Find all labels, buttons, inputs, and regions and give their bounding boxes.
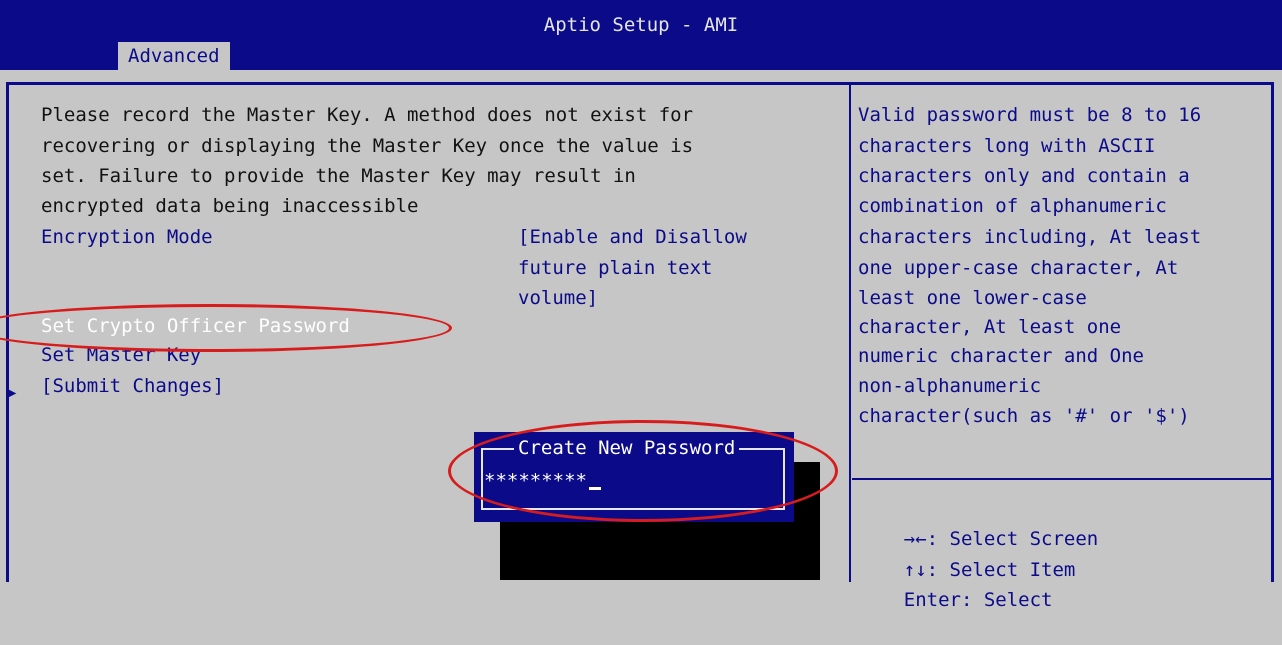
password-input[interactable]: ********* (484, 466, 601, 496)
help-line: numeric character and One (858, 345, 1144, 367)
notice-line: set. Failure to provide the Master Key m… (41, 165, 636, 187)
app-title: Aptio Setup - AMI (543, 14, 739, 36)
help-line: combination of alphanumeric (858, 195, 1167, 217)
encryption-mode-value[interactable]: volume] (518, 283, 598, 313)
help-line: characters long with ASCII (858, 135, 1156, 157)
help-line: least one lower-case (858, 287, 1087, 309)
key-action: : Select (960, 589, 1053, 611)
dialog-title: Create New Password (514, 435, 740, 461)
help-line: character, At least one (858, 316, 1122, 338)
key-name: Enter (903, 589, 961, 611)
notice-line: encrypted data being inaccessible (41, 195, 419, 217)
help-line: non-alphanumeric (858, 375, 1042, 397)
encryption-mode-value[interactable]: future plain text (518, 253, 712, 283)
password-value: ********* (484, 470, 587, 492)
key-legend-row: Enter: Select (858, 555, 1053, 645)
help-line: characters including, At least (858, 226, 1202, 248)
set-crypto-officer-password-item[interactable]: Set Crypto Officer Password (41, 311, 350, 341)
panel-divider (849, 82, 851, 582)
help-line: character(such as '#' or '$') (858, 405, 1190, 427)
text-cursor (588, 487, 601, 490)
encryption-mode-label[interactable]: Encryption Mode (41, 222, 213, 252)
title-bar: Aptio Setup - AMI Advanced (0, 0, 1282, 70)
create-password-dialog: Create New Password ********* (474, 432, 794, 522)
tab-advanced[interactable]: Advanced (118, 42, 230, 70)
notice-line: recovering or displaying the Master Key … (41, 135, 694, 157)
triangle-right-icon: ▶ (8, 385, 17, 401)
help-divider (852, 478, 1274, 480)
submit-changes-item[interactable]: [Submit Changes] (41, 371, 224, 401)
help-line: one upper-case character, At (858, 257, 1179, 279)
encryption-mode-value[interactable]: [Enable and Disallow (518, 222, 747, 252)
help-line: characters only and contain a (858, 165, 1190, 187)
set-master-key-item[interactable]: Set Master Key (41, 340, 201, 370)
help-line: Valid password must be 8 to 16 (858, 104, 1202, 126)
notice-line: Please record the Master Key. A method d… (41, 104, 694, 126)
